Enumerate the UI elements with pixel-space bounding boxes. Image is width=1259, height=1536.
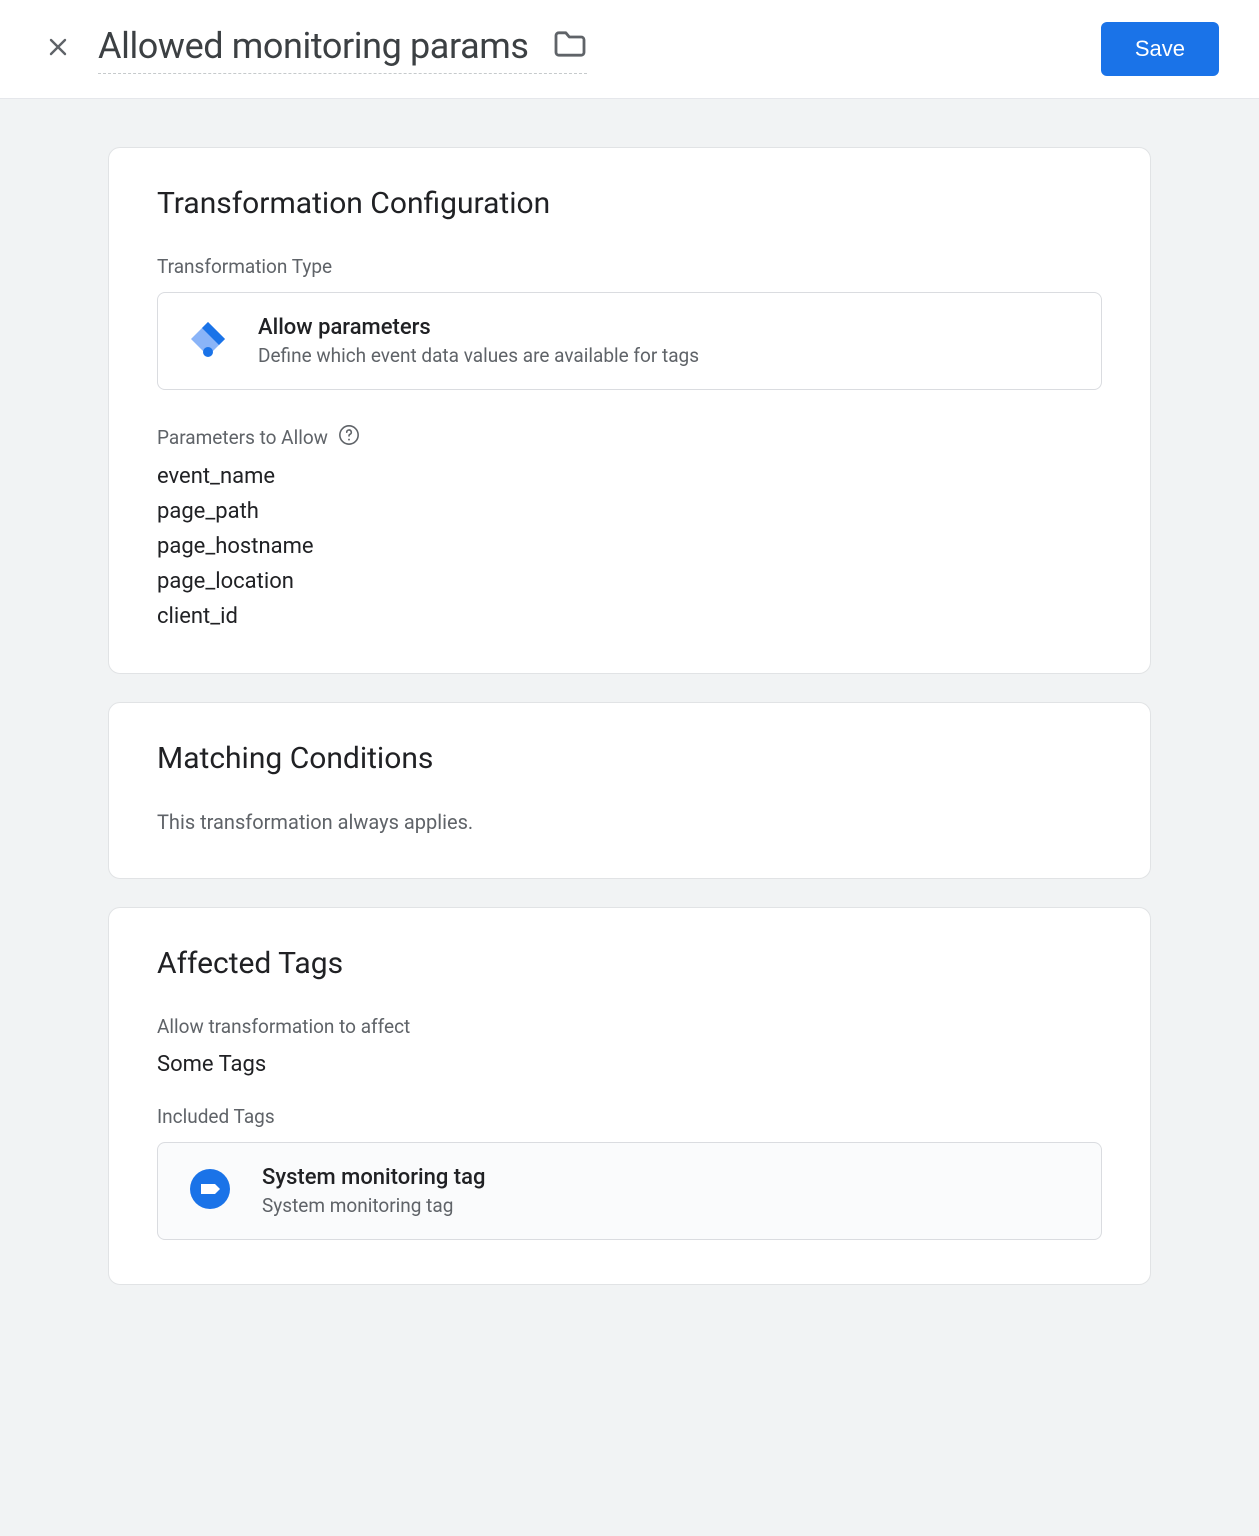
params-label: Parameters to Allow	[157, 426, 328, 449]
tag-subtitle: System monitoring tag	[262, 1194, 485, 1217]
transformation-config-card: Transformation Configuration Transformat…	[108, 147, 1151, 674]
type-title: Allow parameters	[258, 315, 699, 340]
affected-tags-card: Affected Tags Allow transformation to af…	[108, 907, 1151, 1285]
affect-scope-value: Some Tags	[157, 1052, 1102, 1077]
card-heading: Matching Conditions	[157, 741, 1102, 776]
editor-header: Allowed monitoring params Save	[0, 0, 1259, 99]
parameter-item: page_location	[157, 569, 1102, 594]
transformation-type-label: Transformation Type	[157, 255, 1102, 278]
transformation-name: Allowed monitoring params	[98, 25, 529, 67]
tag-icon	[188, 1167, 232, 1215]
save-button[interactable]: Save	[1101, 22, 1219, 76]
matching-conditions-card: Matching Conditions This transformation …	[108, 702, 1151, 879]
parameter-item: client_id	[157, 604, 1102, 629]
close-icon[interactable]	[46, 35, 70, 63]
gtm-icon	[188, 319, 228, 363]
editor-body: Transformation Configuration Transformat…	[0, 99, 1259, 1345]
folder-icon[interactable]	[553, 30, 587, 62]
title-input[interactable]: Allowed monitoring params	[98, 25, 587, 74]
parameter-item: event_name	[157, 464, 1102, 489]
matching-conditions-text: This transformation always applies.	[157, 810, 1102, 834]
help-icon[interactable]	[338, 424, 360, 450]
parameter-item: page_hostname	[157, 534, 1102, 559]
transformation-type-selector[interactable]: Allow parameters Define which event data…	[157, 292, 1102, 390]
parameter-list: event_name page_path page_hostname page_loc…	[157, 464, 1102, 629]
card-heading: Affected Tags	[157, 946, 1102, 981]
type-description: Define which event data values are avail…	[258, 344, 699, 367]
card-heading: Transformation Configuration	[157, 186, 1102, 221]
included-tag-item[interactable]: System monitoring tag System monitoring t…	[157, 1142, 1102, 1240]
affect-scope-label: Allow transformation to affect	[157, 1015, 1102, 1038]
tag-title: System monitoring tag	[262, 1165, 485, 1190]
parameter-item: page_path	[157, 499, 1102, 524]
included-tags-label: Included Tags	[157, 1105, 1102, 1128]
